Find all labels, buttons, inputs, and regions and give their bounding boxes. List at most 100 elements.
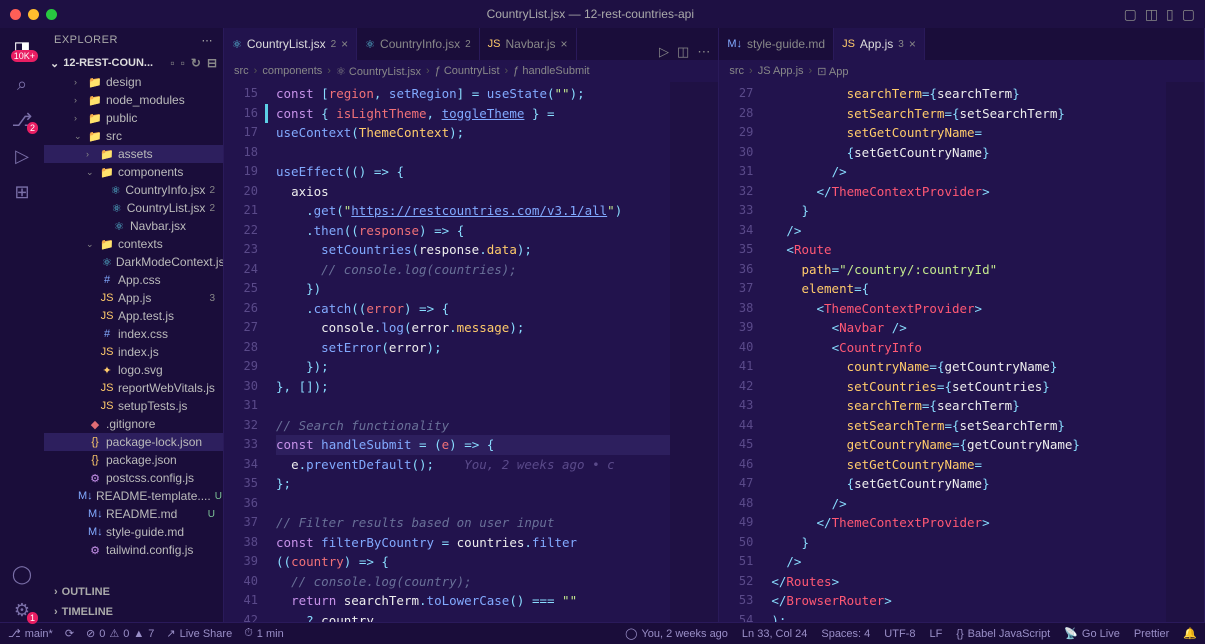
go-live[interactable]: 📡 Go Live (1064, 627, 1120, 640)
line-gutter: 1516171819202122232425262728293031323334… (224, 82, 268, 622)
file-tree-item[interactable]: ⚙postcss.config.js (44, 469, 223, 487)
live-share[interactable]: ↗ Live Share (166, 627, 232, 640)
window-title: CountryList.jsx — 12-rest-countries-api (57, 7, 1124, 21)
file-tree-item[interactable]: JSindex.js (44, 343, 223, 361)
close-tab-icon: × (909, 37, 916, 51)
line-gutter: 2728293031323334353637383940414243444546… (719, 82, 763, 622)
titlebar: CountryList.jsx — 12-rest-countries-api … (0, 0, 1205, 28)
new-file-icon[interactable]: ▫ (170, 56, 174, 70)
breadcrumb-item[interactable]: ⊡ App (817, 65, 848, 78)
editor-tab[interactable]: ⚛CountryInfo.jsx2 (357, 28, 479, 60)
file-tree-item[interactable]: ›📁public (44, 109, 223, 127)
file-tree-item[interactable]: {}package-lock.json (44, 433, 223, 451)
file-tree: ›📁design›📁node_modules›📁public⌄📁src›📁ass… (44, 73, 223, 582)
source-control-icon[interactable]: ⎇2 (10, 108, 34, 132)
collapse-icon[interactable]: ⊟ (207, 56, 217, 70)
file-tree-item[interactable]: ⌄📁components (44, 163, 223, 181)
account-icon[interactable]: ◯ (10, 562, 34, 586)
editor-tab[interactable]: ⚛CountryList.jsx2× (224, 28, 357, 60)
panel-icon[interactable]: ▢ (1124, 6, 1137, 23)
breadcrumb-item[interactable]: ƒ CountryList (435, 65, 500, 77)
file-tree-item[interactable]: M↓README.mdU (44, 505, 223, 523)
timeline-section[interactable]: ›TIMELINE (44, 602, 223, 622)
close-tab-icon: × (561, 37, 568, 51)
file-tree-item[interactable]: ⚛CountryInfo.jsx2 (44, 181, 223, 199)
close-window[interactable] (10, 9, 21, 20)
split-icon[interactable]: ◫ (677, 44, 689, 60)
more-icon[interactable]: ⋯ (202, 34, 214, 47)
new-folder-icon[interactable]: ▫ (181, 56, 185, 70)
breadcrumb[interactable]: src›components›⚛ CountryList.jsx›ƒ Count… (224, 60, 718, 82)
editor-tab[interactable]: JSNavbar.js× (480, 28, 577, 60)
file-tree-item[interactable]: #index.css (44, 325, 223, 343)
run-icon[interactable]: ▷ (659, 44, 669, 60)
eol[interactable]: LF (929, 627, 942, 640)
breadcrumb-item[interactable]: ⚛ CountryList.jsx (336, 65, 421, 78)
git-blame[interactable]: ◯ You, 2 weeks ago (625, 627, 728, 640)
file-tree-item[interactable]: ⌄📁contexts (44, 235, 223, 253)
search-icon[interactable]: ⌕ (10, 72, 34, 96)
breadcrumb-item[interactable]: JS App.js (758, 65, 804, 77)
minimap[interactable] (670, 82, 718, 622)
sync-icon[interactable]: ⟳ (65, 627, 74, 640)
editor-tabs: M↓style-guide.mdJSApp.js3× (719, 28, 1204, 60)
file-tree-item[interactable]: M↓style-guide.md (44, 523, 223, 541)
editor-group-2: M↓style-guide.mdJSApp.js3× src›JS App.js… (719, 28, 1205, 622)
editor-group-1: ⚛CountryList.jsx2×⚛CountryInfo.jsx2JSNav… (224, 28, 719, 622)
settings-icon[interactable]: ⚙1 (10, 598, 34, 622)
cursor-position[interactable]: Ln 33, Col 24 (742, 627, 807, 640)
extensions-icon[interactable]: ⊞ (10, 180, 34, 204)
panel-icon[interactable]: ▯ (1166, 6, 1174, 23)
file-tree-item[interactable]: JSApp.js3 (44, 289, 223, 307)
editor-tab[interactable]: JSApp.js3× (834, 28, 925, 60)
branch-indicator[interactable]: ⎇ main* (8, 627, 53, 640)
file-tree-item[interactable]: ✦logo.svg (44, 361, 223, 379)
file-tree-item[interactable]: JSreportWebVitals.js (44, 379, 223, 397)
file-tree-item[interactable]: M↓README-template....U (44, 487, 223, 505)
editor-tab[interactable]: M↓style-guide.md (719, 28, 834, 60)
file-tree-item[interactable]: ›📁assets (44, 145, 223, 163)
breadcrumb-item[interactable]: src (234, 65, 249, 77)
file-tree-item[interactable]: {}package.json (44, 451, 223, 469)
file-tree-item[interactable]: JSsetupTests.js (44, 397, 223, 415)
breadcrumb[interactable]: src›JS App.js›⊡ App (719, 60, 1204, 82)
breadcrumb-item[interactable]: ƒ handleSubmit (513, 65, 589, 77)
panel-icon[interactable]: ▢ (1182, 6, 1195, 23)
breadcrumb-item[interactable]: components (262, 65, 322, 77)
file-tree-item[interactable]: ◆.gitignore (44, 415, 223, 433)
editor-tabs: ⚛CountryList.jsx2×⚛CountryInfo.jsx2JSNav… (224, 28, 718, 60)
file-tree-item[interactable]: #App.css (44, 271, 223, 289)
layout-controls: ▢ ◫ ▯ ▢ (1124, 6, 1195, 23)
file-tree-item[interactable]: ⚙tailwind.config.js (44, 541, 223, 559)
indentation[interactable]: Spaces: 4 (821, 627, 870, 640)
outline-section[interactable]: ›OUTLINE (44, 582, 223, 602)
breadcrumb-item[interactable]: src (729, 65, 744, 77)
more-icon[interactable]: ⋯ (697, 44, 710, 60)
encoding[interactable]: UTF-8 (884, 627, 915, 640)
sidebar: EXPLORER ⋯ ⌄ 12-REST-COUN... ▫ ▫ ↻ ⊟ ›📁d… (44, 28, 224, 622)
file-tree-item[interactable]: ⚛CountryList.jsx2 (44, 199, 223, 217)
code-editor[interactable]: searchTerm={searchTerm} setSearchTerm={s… (763, 82, 1166, 622)
close-tab-icon: × (341, 37, 348, 51)
file-tree-item[interactable]: ⚛Navbar.jsx (44, 217, 223, 235)
file-tree-item[interactable]: JSApp.test.js (44, 307, 223, 325)
debug-icon[interactable]: ▷ (10, 144, 34, 168)
file-tree-item[interactable]: ›📁design (44, 73, 223, 91)
refresh-icon[interactable]: ↻ (191, 56, 201, 70)
prettier[interactable]: Prettier (1134, 627, 1169, 640)
notifications-icon[interactable]: 🔔 (1183, 627, 1197, 640)
explorer-title: EXPLORER (54, 34, 118, 47)
panel-icon[interactable]: ◫ (1145, 6, 1158, 23)
file-tree-item[interactable]: ›📁node_modules (44, 91, 223, 109)
file-tree-item[interactable]: ⚛DarkModeContext.jsx (44, 253, 223, 271)
explorer-icon[interactable]: ◨10K+ (10, 36, 34, 60)
problems-indicator[interactable]: ⊘ 0 ⚠ 0 ▲ 7 (86, 627, 154, 640)
minimize-window[interactable] (28, 9, 39, 20)
maximize-window[interactable] (46, 9, 57, 20)
file-tree-item[interactable]: ⌄📁src (44, 127, 223, 145)
code-editor[interactable]: const [region, setRegion] = useState("")… (268, 82, 670, 622)
language-mode[interactable]: {} Babel JavaScript (956, 627, 1050, 640)
chevron-down-icon[interactable]: ⌄ (50, 57, 59, 70)
timer[interactable]: ⏱ 1 min (244, 627, 284, 640)
minimap[interactable] (1166, 82, 1204, 622)
